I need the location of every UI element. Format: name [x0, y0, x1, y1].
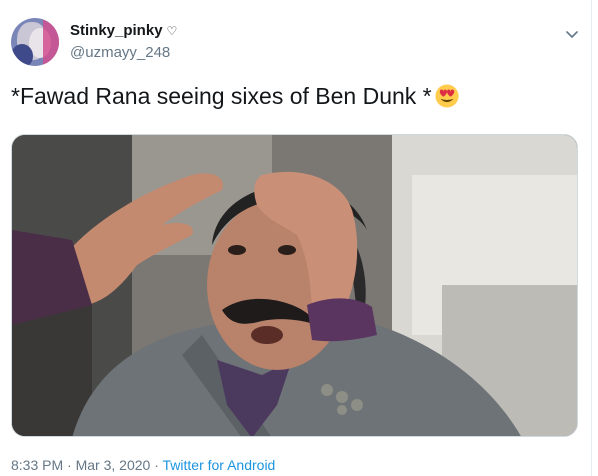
heart-eyes-emoji-icon	[435, 84, 459, 108]
display-name[interactable]: Stinky_pinky	[70, 22, 163, 39]
tweet-text-content: *Fawad Rana seeing sixes of Ben Dunk *	[11, 83, 432, 109]
avatar[interactable]	[11, 18, 59, 66]
tweet-source-link[interactable]: Twitter for Android	[163, 457, 276, 473]
card-border	[591, 0, 592, 476]
tweet-photo[interactable]	[11, 134, 578, 437]
tweet-meta: 8:33 PM · Mar 3, 2020 · Twitter for Andr…	[11, 457, 275, 473]
heart-outline-icon: ♡	[166, 23, 178, 38]
meta-separator-2: ·	[154, 457, 159, 473]
photo-image	[12, 135, 577, 436]
tweet-text: *Fawad Rana seeing sixes of Ben Dunk *	[11, 82, 460, 110]
user-handle[interactable]: @uzmayy_248	[70, 44, 170, 61]
meta-separator: ·	[67, 457, 72, 473]
tweet-time[interactable]: 8:33 PM	[11, 457, 63, 473]
chevron-down-icon[interactable]	[564, 26, 580, 42]
tweet-date[interactable]: Mar 3, 2020	[76, 457, 151, 473]
user-name-row[interactable]: Stinky_pinky ♡	[70, 22, 177, 39]
tweet-card: Stinky_pinky ♡ @uzmayy_248 *Fawad Rana s…	[0, 0, 598, 476]
